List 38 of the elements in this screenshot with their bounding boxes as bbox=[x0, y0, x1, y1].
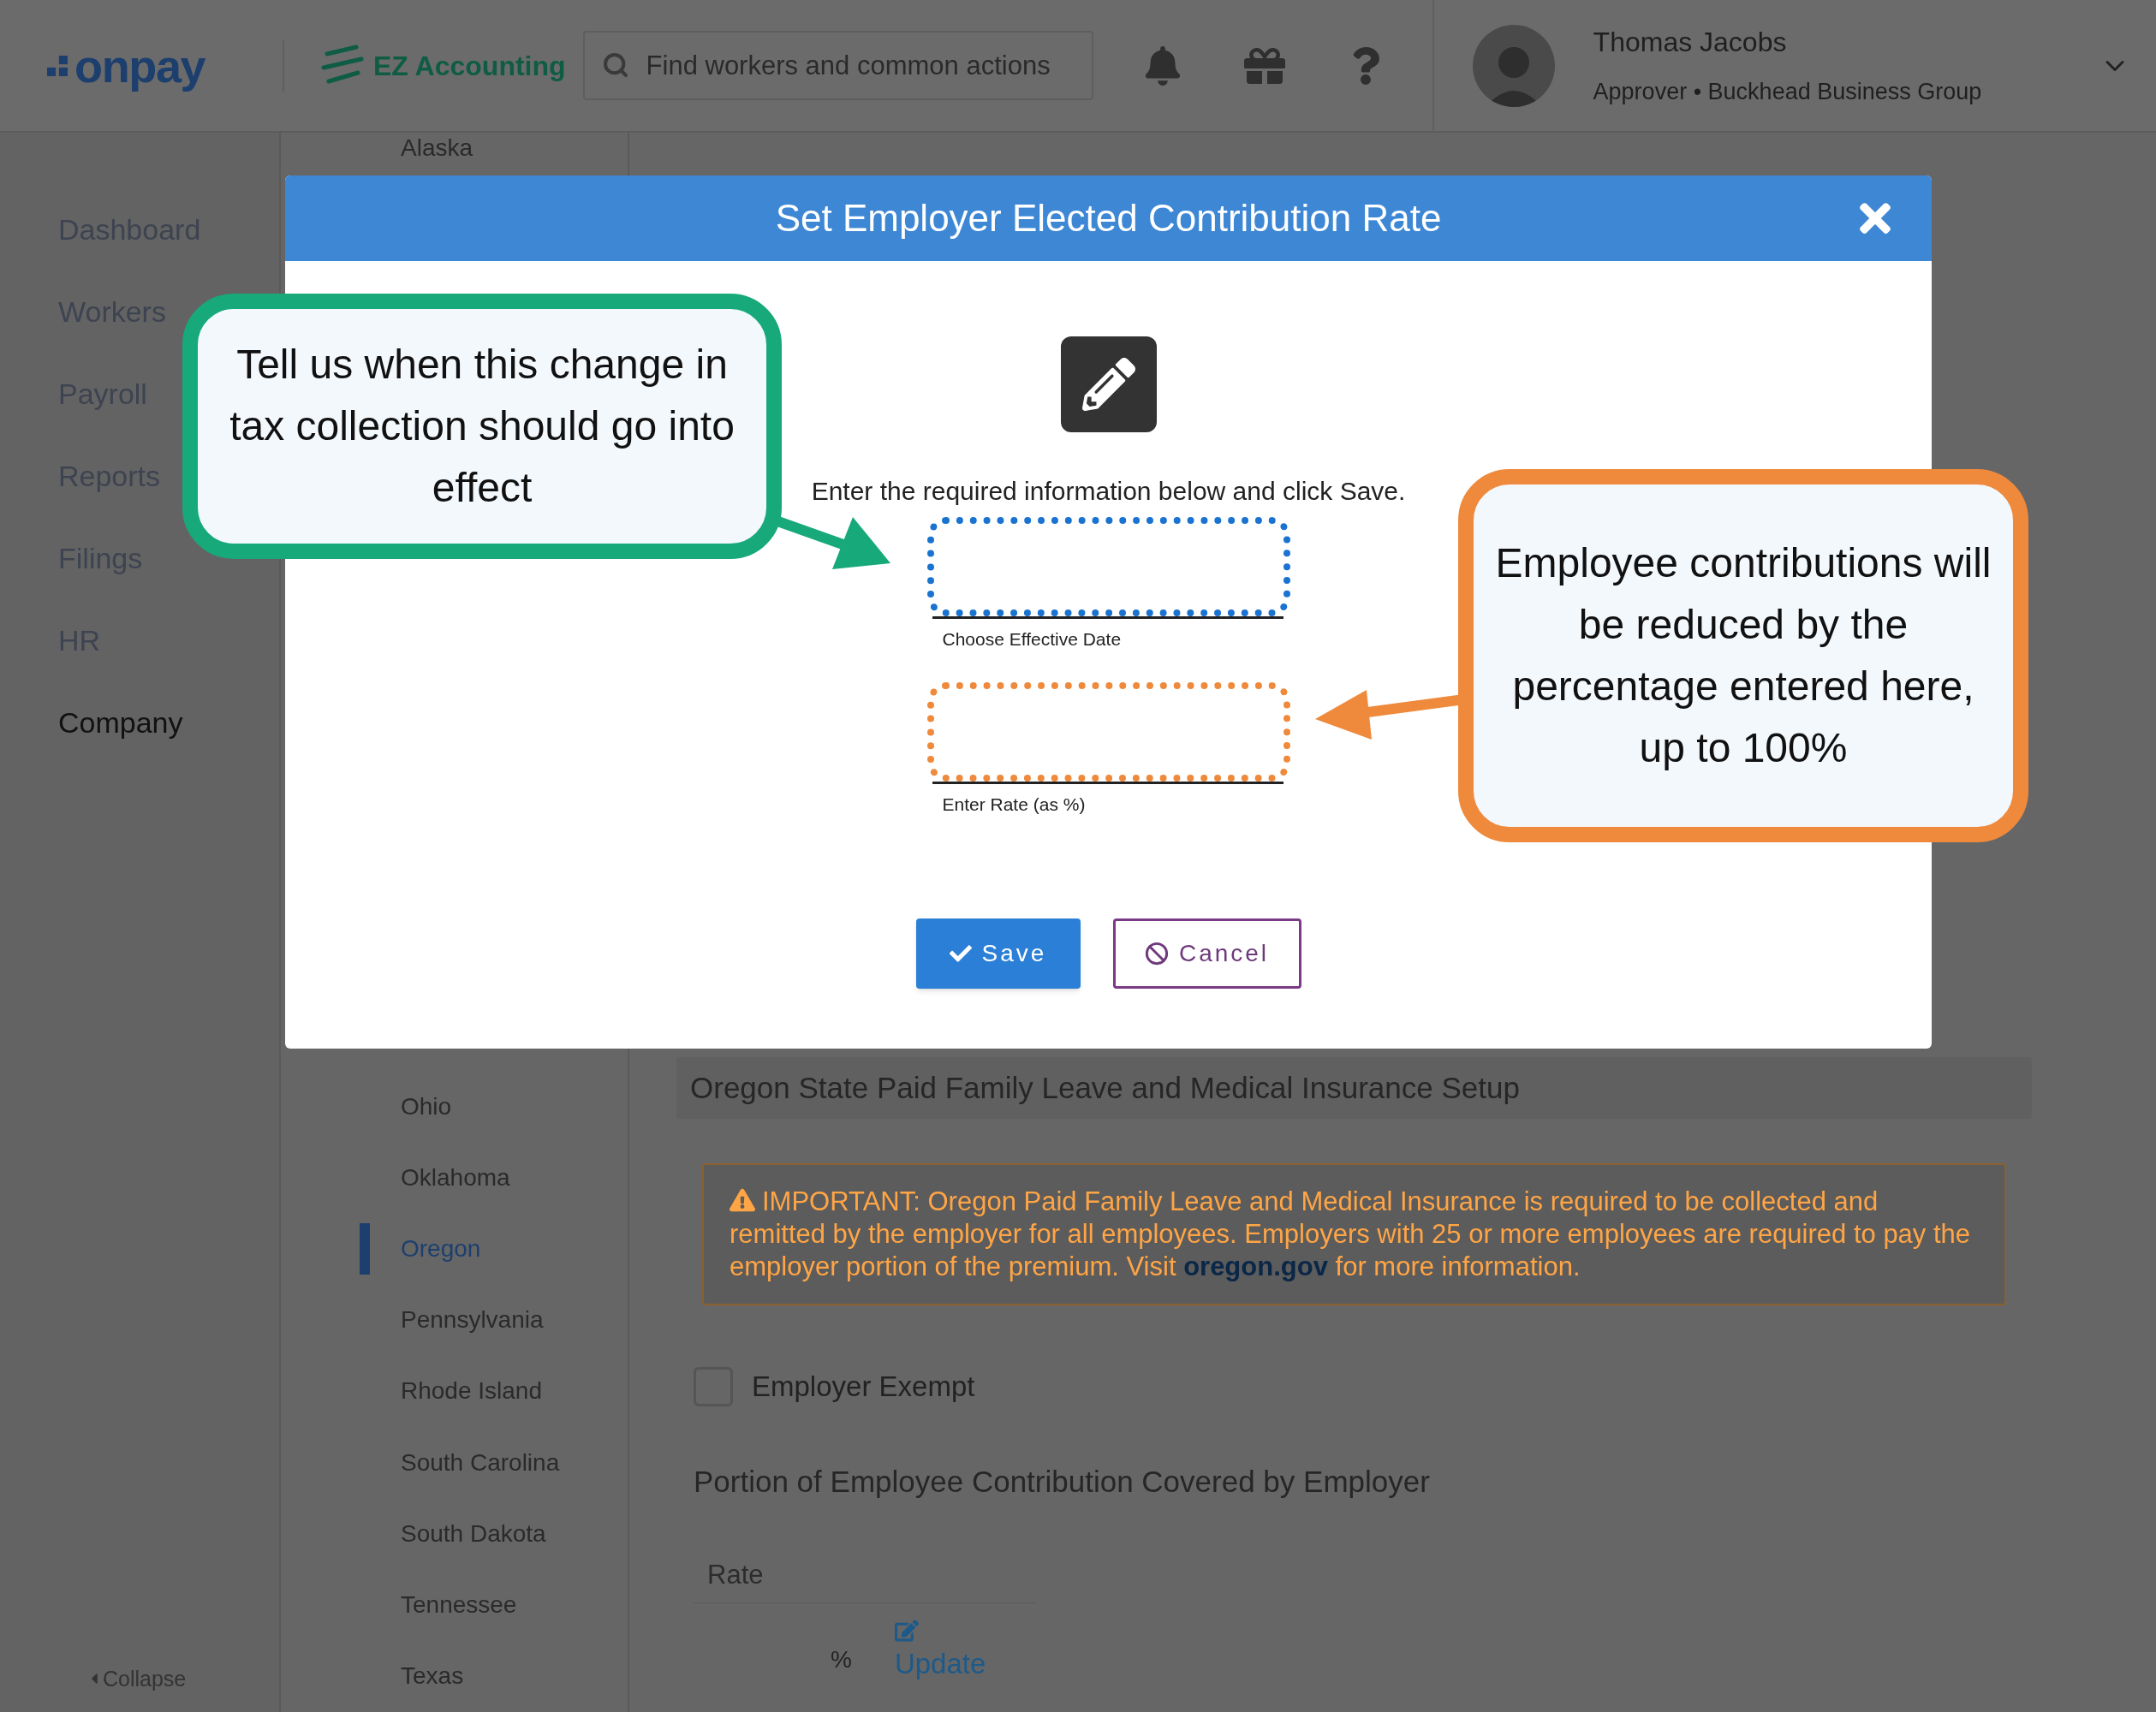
state-item[interactable]: Pennsylvania bbox=[401, 1302, 544, 1339]
modal-title: Set Employer Elected Contribution Rate bbox=[775, 196, 1442, 241]
save-button[interactable]: Save bbox=[915, 918, 1081, 989]
column-header: Rate bbox=[707, 1560, 764, 1590]
instruction-text: Enter the required information below and click Save. bbox=[811, 476, 1406, 507]
field-label: Choose Effective Date bbox=[942, 628, 1123, 651]
nav-item[interactable]: Company bbox=[58, 703, 183, 742]
user-name: Thomas Jacobs bbox=[1593, 26, 1788, 60]
cancel-button[interactable]: Cancel bbox=[1112, 918, 1301, 989]
warning-text: IMPORTANT: Oregon Paid Family Leave and Medical Insurance is required to be collected and remitted by the employer for all employees. Employers with 25 or more employees are required to pay the employer portion of the premium. Visit oregon.gov for more information. bbox=[730, 1186, 1972, 1283]
section-header: Oregon State Paid Family Leave and Medical Insurance Setup bbox=[676, 1057, 2032, 1119]
search-field[interactable]: Find workers and common actions bbox=[582, 31, 1093, 100]
check-icon bbox=[949, 942, 972, 965]
dots-logo-icon bbox=[47, 55, 68, 76]
checkbox-label: Employer Exempt bbox=[752, 1370, 975, 1404]
partner-logo: EZ Accounting bbox=[373, 49, 566, 83]
state-item[interactable]: Ohio bbox=[401, 1088, 452, 1125]
ban-icon bbox=[1144, 942, 1169, 966]
state-item[interactable]: Tennessee bbox=[401, 1587, 517, 1624]
search-icon bbox=[601, 51, 629, 79]
state-item[interactable]: Texas bbox=[401, 1658, 464, 1695]
callout-text: Employee contributions will be reduced by the percentage entered here, up to 100% bbox=[1494, 539, 1992, 772]
state-item[interactable]: South Carolina bbox=[401, 1444, 560, 1481]
user-role: Approver • Buckhead Business Group bbox=[1593, 78, 1982, 107]
oregon-link[interactable]: oregon.gov bbox=[1183, 1251, 1328, 1281]
warning-icon bbox=[730, 1187, 755, 1213]
selection-bar bbox=[360, 1223, 370, 1275]
rate-suffix: % bbox=[831, 1645, 852, 1675]
portion-heading: Portion of Employee Contribution Covered by Employer bbox=[694, 1463, 1431, 1500]
state-item[interactable]: Oklahoma bbox=[401, 1159, 510, 1196]
state-item[interactable]: Alaska bbox=[401, 130, 473, 166]
field-label: Enter Rate (as %) bbox=[942, 793, 1087, 816]
update-link[interactable]: Update bbox=[894, 1642, 986, 1685]
state-item[interactable]: Oregon bbox=[401, 1231, 481, 1268]
state-item[interactable]: South Dakota bbox=[401, 1515, 546, 1552]
pencil-icon bbox=[1081, 358, 1135, 411]
callout-text: Tell us when this change in tax collection should go into effect bbox=[229, 341, 736, 512]
state-item[interactable]: Rhode Island bbox=[401, 1373, 542, 1410]
